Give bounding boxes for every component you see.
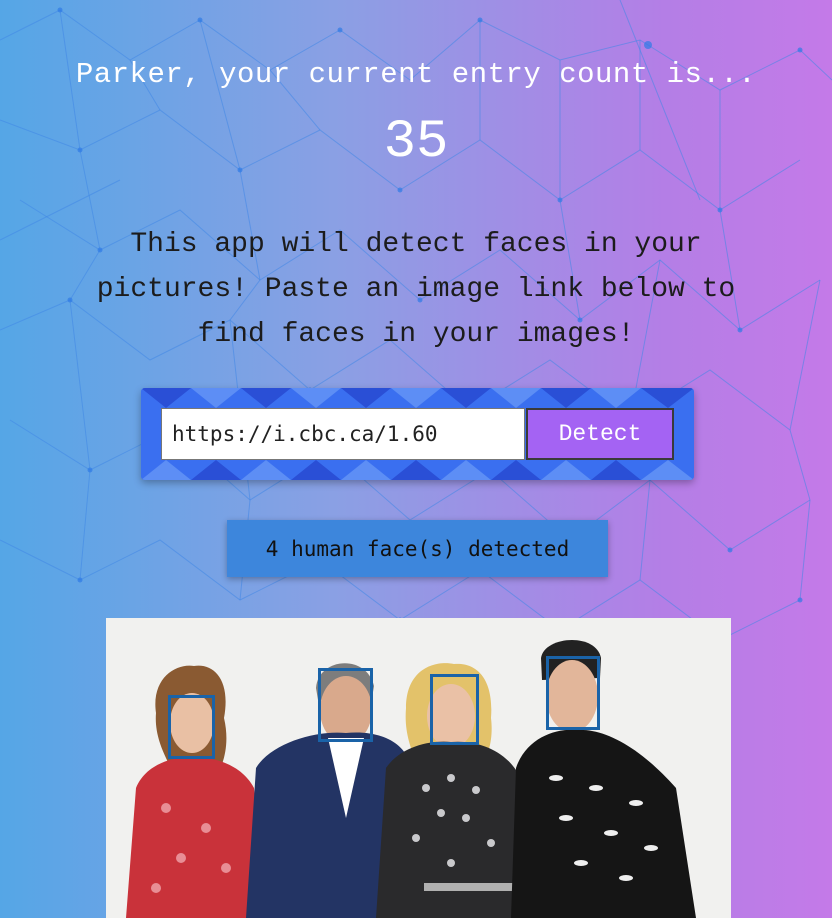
detection-result-badge: 4 human face(s) detected (227, 520, 608, 577)
face-box (318, 668, 373, 742)
face-box (546, 656, 600, 730)
photo-illustration (106, 618, 731, 918)
face-box (430, 674, 479, 745)
app-description: This app will detect faces in your pictu… (96, 229, 736, 350)
entry-count-value: 35 (383, 112, 449, 173)
image-url-input[interactable] (161, 408, 525, 460)
face-box (168, 695, 215, 759)
image-link-form: Detect (141, 388, 694, 480)
result-photo (106, 618, 731, 918)
entry-count-heading: Parker, your current entry count is... (75, 58, 757, 91)
detect-button[interactable]: Detect (526, 408, 674, 460)
